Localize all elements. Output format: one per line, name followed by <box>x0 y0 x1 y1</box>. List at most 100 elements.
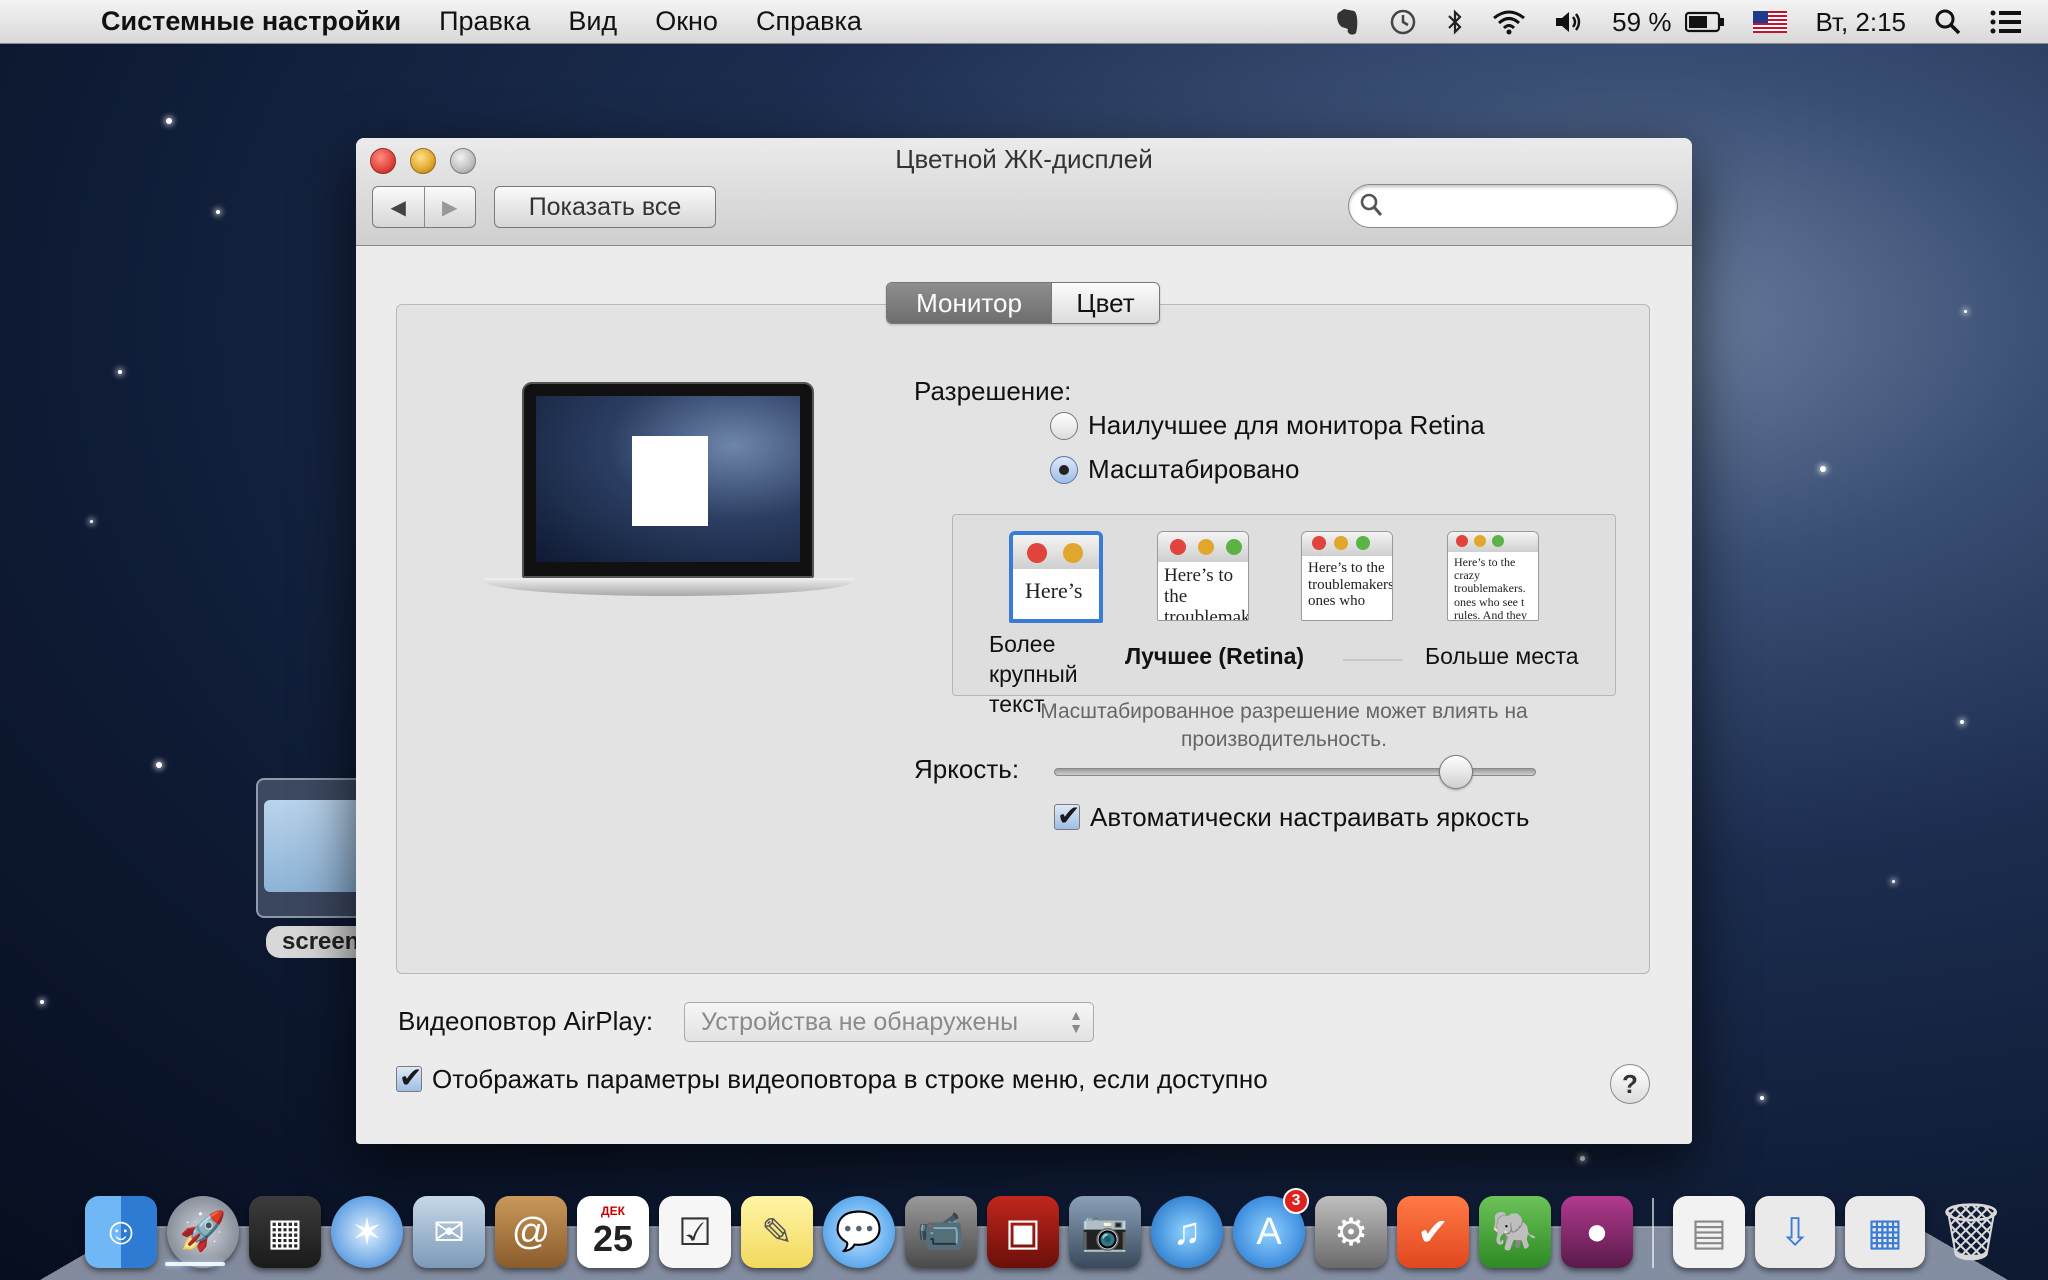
star <box>1760 1096 1764 1100</box>
notification-center-icon[interactable] <box>1976 9 2048 35</box>
nav-buttons: ◀ ▶ <box>372 186 476 228</box>
notes-icon[interactable]: ✎ <box>741 1196 813 1268</box>
scale-option-larger-text[interactable]: Here’s <box>1009 531 1103 623</box>
laptop-base <box>484 578 854 596</box>
radio-scaled-label[interactable]: Масштабировано <box>1088 454 1299 485</box>
calendar-day: 25 <box>592 1218 634 1259</box>
calendar-icon[interactable]: ДЕК 25 <box>577 1196 649 1268</box>
scaled-options-box: Here’s Here’s to the troublemakers Here’… <box>952 514 1616 717</box>
star <box>1820 466 1826 472</box>
menu-window[interactable]: Окно <box>636 6 737 37</box>
iphoto-icon[interactable]: 📷 <box>1069 1196 1141 1268</box>
star <box>90 520 93 523</box>
document-stack-icon[interactable]: ▤ <box>1673 1196 1745 1268</box>
scale-preview-text: Here’s to the troublemakers <box>1164 565 1248 621</box>
mail-icon[interactable]: ✉ <box>413 1196 485 1268</box>
wifi-icon[interactable] <box>1478 9 1540 35</box>
airplay-select-value: Устройства не обнаружены <box>701 1007 1019 1036</box>
search-field[interactable] <box>1348 184 1678 228</box>
menu-edit[interactable]: Правка <box>420 6 549 37</box>
launchpad-icon[interactable]: 🚀 <box>167 1196 239 1268</box>
applications-stack-icon[interactable]: ▦ <box>1845 1196 1925 1268</box>
radio-scaled[interactable] <box>1050 456 1078 484</box>
show-all-button[interactable]: Показать все <box>494 186 716 228</box>
tab-color[interactable]: Цвет <box>1051 283 1159 323</box>
show-mirroring-checkbox[interactable] <box>396 1061 422 1094</box>
menu-view[interactable]: Вид <box>549 6 636 37</box>
forward-arrow-icon[interactable]: ▶ <box>425 187 476 227</box>
menu-clock[interactable]: Вт, 2:15 <box>1801 7 1920 38</box>
reminders-icon[interactable]: ☑ <box>659 1196 731 1268</box>
photo-booth-icon[interactable]: ▣ <box>987 1196 1059 1268</box>
star <box>1580 1156 1585 1161</box>
show-mirroring-label[interactable]: Отображать параметры видеоповтора в стро… <box>432 1064 1268 1095</box>
menu-app-name[interactable]: Системные настройки <box>82 6 420 37</box>
downloads-stack-icon[interactable]: ⇩ <box>1755 1196 1835 1268</box>
system-preferences-icon[interactable]: ⚙ <box>1315 1196 1387 1268</box>
dock-separator <box>1652 1198 1654 1268</box>
mission-control-icon[interactable]: ▦ <box>249 1196 321 1268</box>
evernote-menu-icon[interactable] <box>1320 7 1374 37</box>
scale-option-more-space[interactable]: Here’s to the crazy troublemakers. ones … <box>1447 531 1539 621</box>
itunes-icon[interactable]: ♫ <box>1151 1196 1223 1268</box>
volume-icon[interactable] <box>1540 9 1598 35</box>
tab-monitor[interactable]: Монитор <box>887 283 1051 323</box>
search-input[interactable] <box>1393 191 1663 221</box>
laptop-screen <box>536 396 800 562</box>
us-flag-icon[interactable] <box>1739 11 1801 33</box>
running-indicator <box>165 1262 225 1266</box>
macbook-illustration <box>484 382 854 612</box>
finder-icon[interactable]: ☺ <box>85 1196 157 1268</box>
app-store-icon[interactable]: A 3 <box>1233 1188 1309 1268</box>
safari-icon[interactable]: ✶ <box>331 1196 403 1268</box>
radio-best-retina-label[interactable]: Наилучшее для монитора Retina <box>1088 410 1485 441</box>
facetime-icon[interactable]: 📹 <box>905 1196 977 1268</box>
scale-divider <box>1343 659 1403 661</box>
angry-birds-icon[interactable]: ● <box>1561 1196 1633 1268</box>
star <box>156 762 162 768</box>
star <box>1964 310 1967 313</box>
desktop-folder[interactable]: screen <box>256 778 386 958</box>
scale-preview-text: Here’s to the troublemakers ones who <box>1308 560 1392 609</box>
time-machine-icon[interactable] <box>1374 7 1432 37</box>
preferences-window: Цветной ЖК-дисплей ◀ ▶ Показать все Мони… <box>356 138 1692 1144</box>
brightness-label: Яркость: <box>914 754 1020 784</box>
tab-bar: Монитор Цвет <box>886 282 1160 324</box>
search-icon <box>1359 192 1383 225</box>
scale-preview-text: Here’s to the crazy troublemakers. ones … <box>1454 555 1527 621</box>
radio-best-retina[interactable] <box>1050 412 1078 440</box>
wunderlist-icon[interactable]: ✔ <box>1397 1196 1469 1268</box>
evernote-icon[interactable]: 🐘 <box>1479 1196 1551 1268</box>
back-arrow-icon[interactable]: ◀ <box>373 187 425 227</box>
window-title: Цветной ЖК-дисплей <box>895 144 1153 174</box>
messages-icon[interactable]: 💬 <box>823 1196 895 1268</box>
star <box>166 118 172 124</box>
scale-option-2[interactable]: Here’s to the troublemakers <box>1157 531 1249 621</box>
trash-icon[interactable]: 🗑 <box>1935 1196 2007 1268</box>
auto-brightness-checkbox[interactable] <box>1054 799 1080 832</box>
bluetooth-icon[interactable] <box>1432 7 1478 37</box>
calendar-month: ДЕК <box>601 1204 625 1218</box>
star <box>40 1000 44 1004</box>
dock: ☺ 🚀 ▦ ✶ ✉ @ ДЕК 25 ☑ ✎ 💬 📹 ▣ 📷 ♫ A 3 ⚙ ✔… <box>80 1178 2012 1268</box>
scale-label-retina: Лучшее (Retina) <box>1125 643 1305 669</box>
star <box>1960 720 1964 724</box>
menu-bar: Системные настройки Правка Вид Окно Спра… <box>0 0 2048 44</box>
select-arrows-icon: ▲ ▼ <box>1069 1007 1083 1036</box>
battery-icon[interactable] <box>1685 11 1739 33</box>
airplay-select[interactable]: Устройства не обнаружены ▲ ▼ <box>684 1002 1094 1042</box>
spotlight-icon[interactable] <box>1920 8 1976 36</box>
star <box>1892 880 1895 883</box>
scale-label-more-space: Больше места <box>1425 643 1579 669</box>
scale-option-retina[interactable]: Here’s to the troublemakers ones who <box>1301 531 1393 621</box>
contacts-icon[interactable]: @ <box>495 1196 567 1268</box>
help-button[interactable]: ? <box>1610 1064 1650 1104</box>
battery-percent[interactable]: 59 % <box>1598 7 1685 38</box>
scaled-warning: Масштабированное разрешение может влиять… <box>1040 700 1528 751</box>
star <box>118 370 122 374</box>
menu-extras: 59 % Вт, 2:15 <box>1320 0 2048 44</box>
window-toolbar: Цветной ЖК-дисплей ◀ ▶ Показать все <box>356 138 1692 246</box>
auto-brightness-label[interactable]: Автоматически настраивать яркость <box>1090 802 1529 833</box>
menu-help[interactable]: Справка <box>737 6 881 37</box>
app-store-badge: 3 <box>1283 1188 1309 1214</box>
